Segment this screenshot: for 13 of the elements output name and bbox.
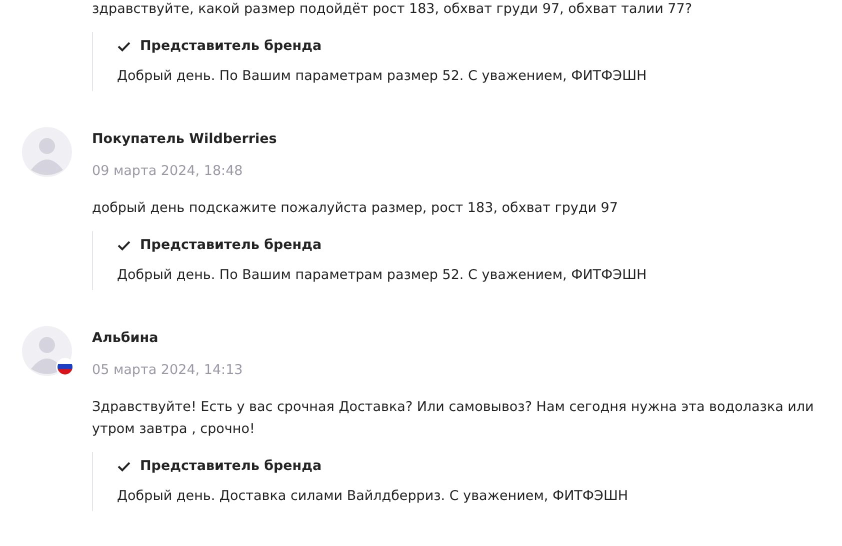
- answer-author: Представитель бренда: [140, 237, 322, 253]
- question-text: добрый день подскажите пожалуйста размер, рост 183, обхват груди 97: [92, 199, 619, 218]
- question-date: 09 марта 2024, 18:48: [92, 162, 244, 181]
- answer-text: Добрый день. По Вашим параметрам размер 52. С уважением, ФИТФЭШН: [117, 266, 648, 285]
- question-text: здравствуйте, какой размер подойдёт рост 183, обхват груди 97, обхват талии 77?: [92, 0, 694, 19]
- answer-author: Представитель бренда: [140, 458, 322, 474]
- answer-text: Добрый день. По Вашим параметрам размер 52. С уважением, ФИТФЭШН: [117, 67, 648, 86]
- answer-author: Представитель бренда: [140, 38, 322, 54]
- question-date: 05 марта 2024, 14:13: [92, 361, 243, 380]
- question-text: Здравствуйте! Есть у вас срочная Доставка? Или самовывоз? Нам сегодня нужна эта водолазка или утром завтра , срочно!: [92, 398, 815, 439]
- author-name: Покупатель Wildberries: [92, 130, 277, 149]
- answer-text: Добрый день. Доставка силами Вайлдберриз. С уважением, ФИТФЭШН: [117, 487, 630, 506]
- author-name: Альбина: [92, 329, 160, 348]
